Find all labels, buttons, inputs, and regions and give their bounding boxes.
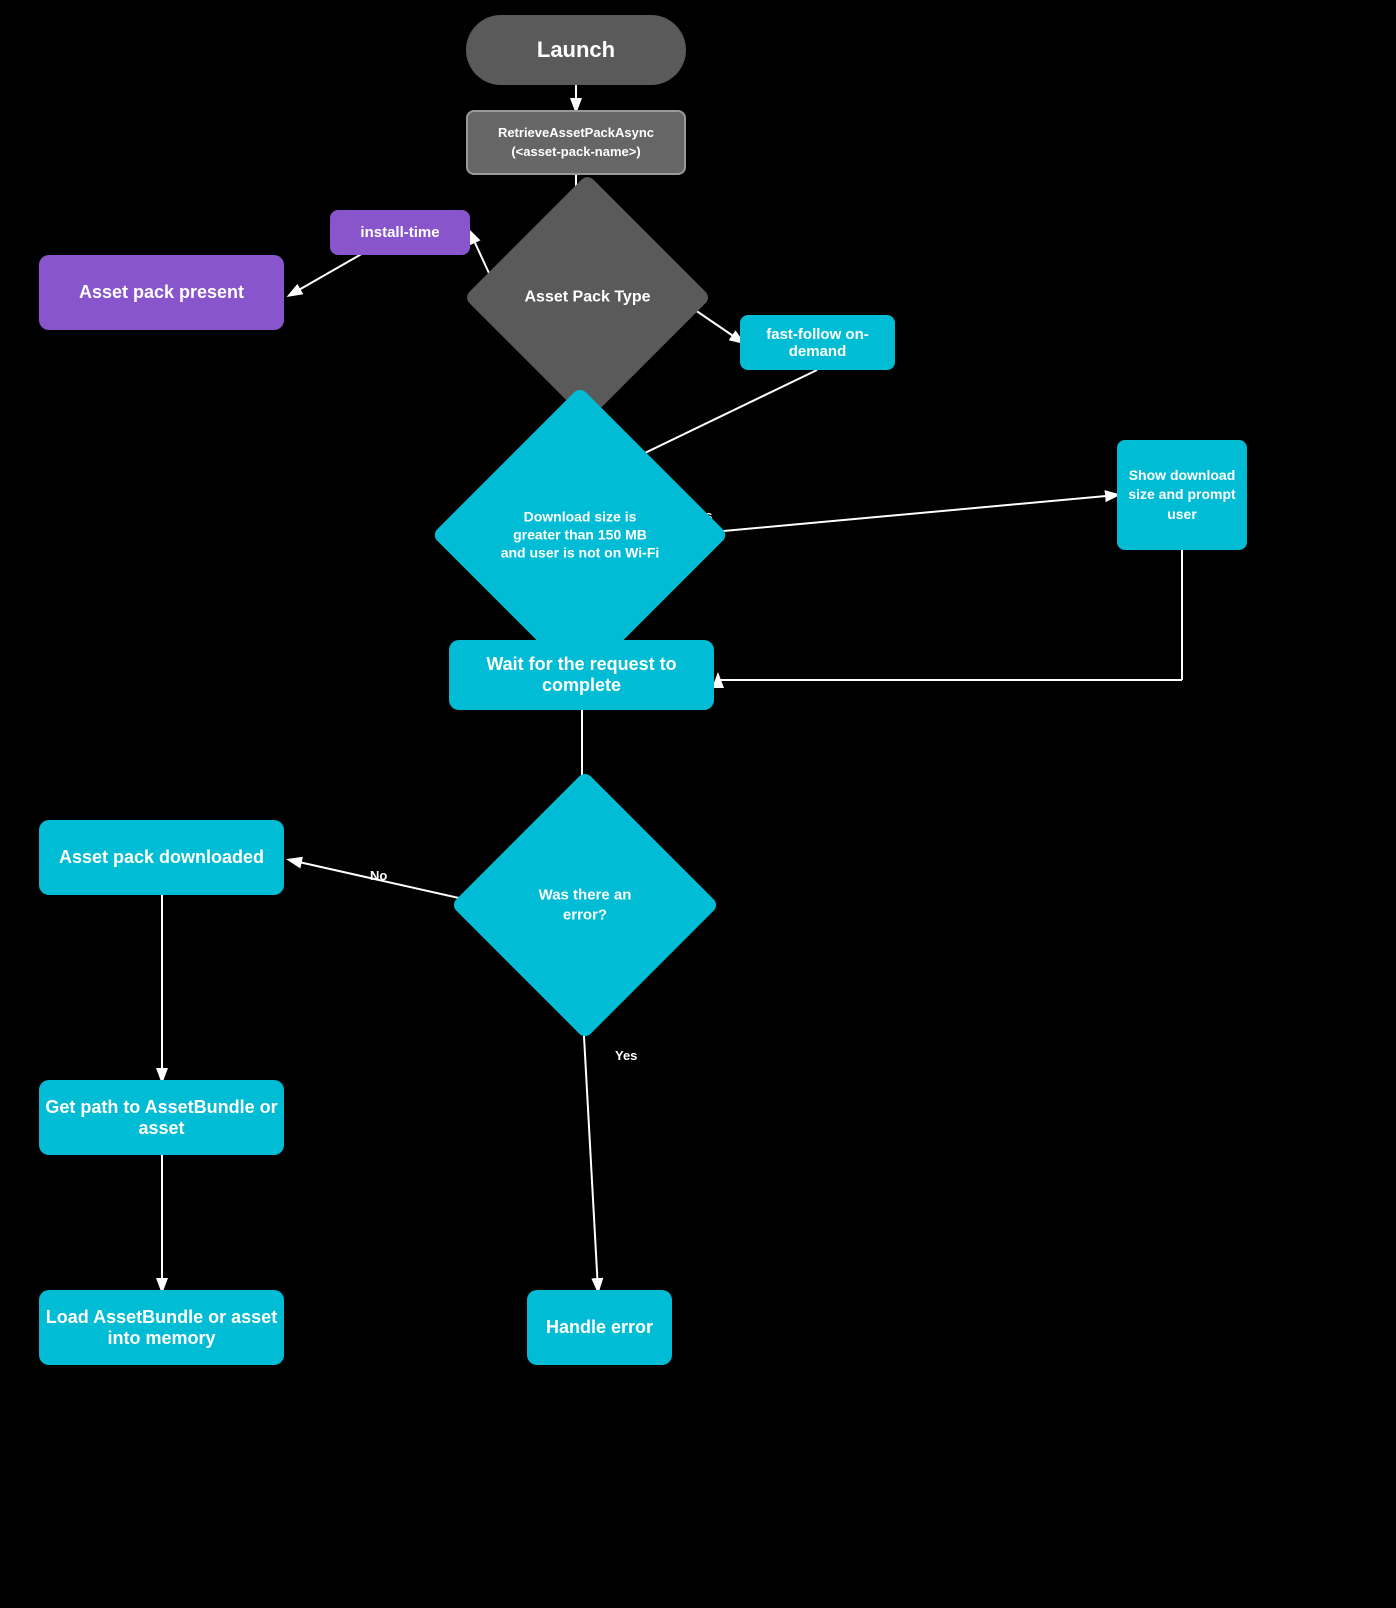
asset-downloaded-label: Asset pack downloaded bbox=[59, 847, 264, 868]
get-path-node: Get path to AssetBundle or asset bbox=[39, 1080, 284, 1155]
download-size-diamond: Download size is greater than 150 MB and… bbox=[475, 430, 685, 640]
wait-node: Wait for the request to complete bbox=[449, 640, 714, 710]
wait-label: Wait for the request to complete bbox=[449, 654, 714, 696]
yes-label2: Yes bbox=[615, 1048, 637, 1063]
retrieve-node: RetrieveAssetPackAsync(<asset-pack-name>… bbox=[466, 110, 686, 175]
asset-pack-present-label: Asset pack present bbox=[79, 282, 244, 303]
get-path-label: Get path to AssetBundle or asset bbox=[39, 1097, 284, 1139]
fast-follow-label: fast-follow on-demand bbox=[740, 326, 895, 360]
asset-pack-type-diamond: Asset Pack Type bbox=[500, 210, 675, 385]
install-time-label: install-time bbox=[360, 224, 439, 241]
error-diamond: Was there an error? bbox=[490, 810, 680, 1000]
asset-downloaded-node: Asset pack downloaded bbox=[39, 820, 284, 895]
launch-label: Launch bbox=[537, 37, 615, 63]
show-download-label: Show download size and prompt user bbox=[1117, 466, 1247, 525]
no-label2: No bbox=[370, 868, 387, 883]
install-time-node: install-time bbox=[330, 210, 470, 255]
launch-node: Launch bbox=[466, 15, 686, 85]
connectors: Yes No No Yes bbox=[0, 0, 1396, 1608]
show-download-node: Show download size and prompt user bbox=[1117, 440, 1247, 550]
load-asset-node: Load AssetBundle or asset into memory bbox=[39, 1290, 284, 1365]
load-asset-label: Load AssetBundle or asset into memory bbox=[39, 1307, 284, 1349]
handle-error-node: Handle error bbox=[527, 1290, 672, 1365]
fast-follow-node: fast-follow on-demand bbox=[740, 315, 895, 370]
asset-pack-present-node: Asset pack present bbox=[39, 255, 284, 330]
handle-error-label: Handle error bbox=[546, 1317, 653, 1338]
flowchart: Yes No No Yes Launch RetrieveAssetPackAs… bbox=[0, 0, 1396, 1608]
retrieve-label: RetrieveAssetPackAsync(<asset-pack-name>… bbox=[498, 124, 654, 160]
